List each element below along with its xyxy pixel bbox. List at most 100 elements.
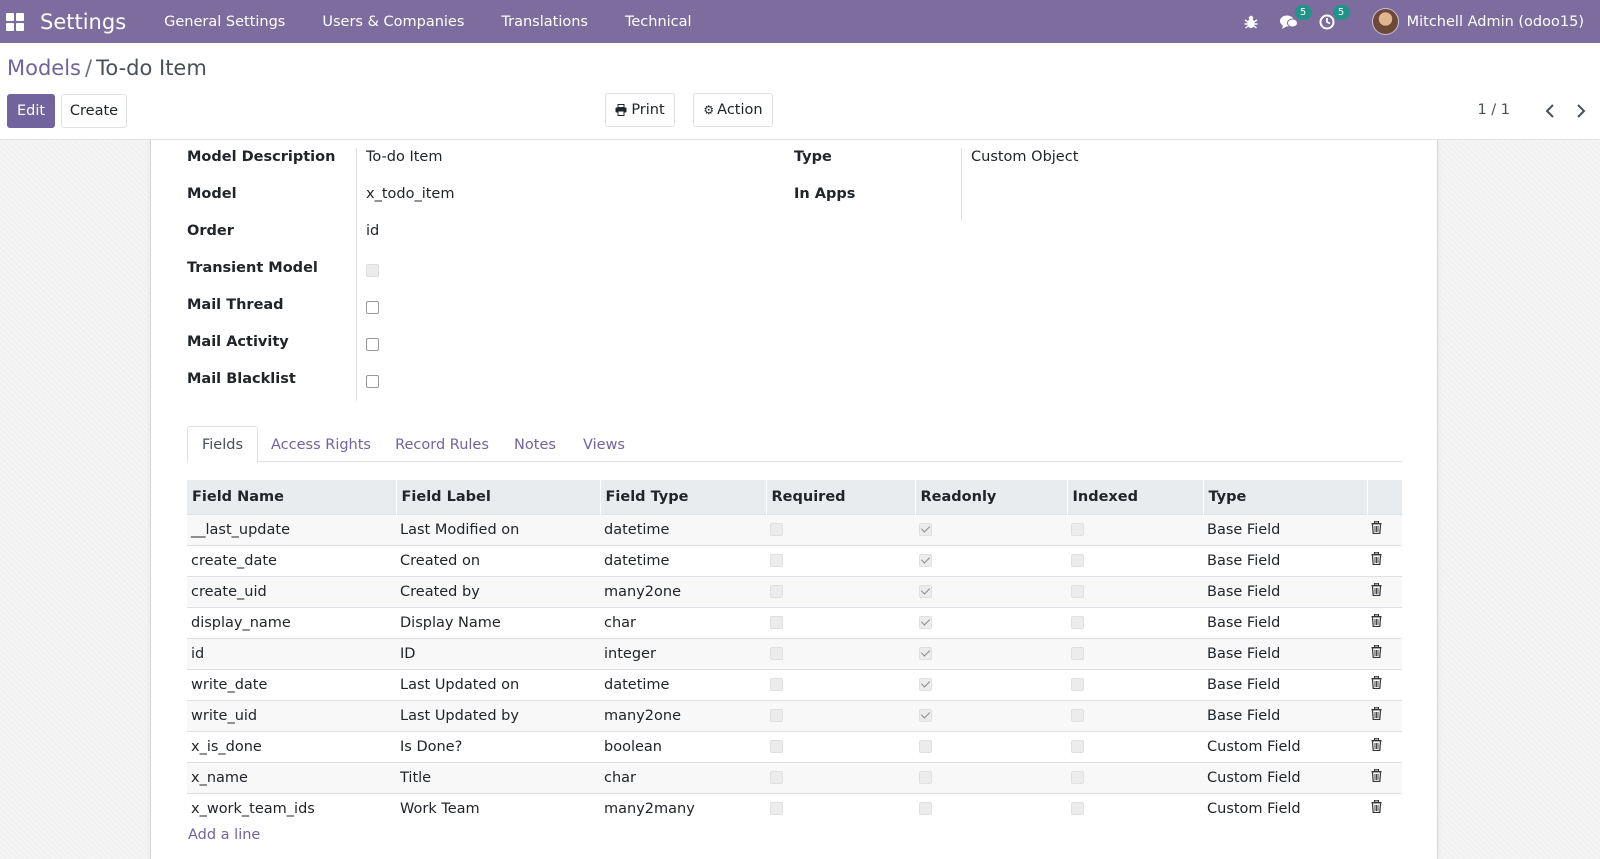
column-header[interactable]: Field Type (600, 480, 767, 514)
field-label-cell[interactable]: Last Modified on (396, 513, 600, 545)
type-cell[interactable]: Base Field (1203, 606, 1367, 638)
pager-value[interactable]: 1 / 1 (1477, 102, 1510, 118)
type-cell[interactable]: Custom Field (1203, 730, 1367, 762)
table-row[interactable]: id ID integer Base Field (187, 637, 1402, 669)
table-row[interactable]: x_is_done Is Done? boolean Custom Field (187, 730, 1402, 762)
column-header[interactable]: Field Name (187, 480, 397, 514)
field-name-cell[interactable]: x_work_team_ids (187, 792, 396, 824)
type-cell[interactable]: Base Field (1203, 513, 1367, 545)
column-header[interactable]: Readonly (915, 480, 1068, 514)
field-label-cell[interactable]: Created by (396, 575, 600, 607)
tab-record-rules[interactable]: Record Rules (395, 426, 489, 463)
mail-thread-checkbox[interactable] (366, 301, 379, 314)
add-a-line-link[interactable]: Add a line (188, 827, 260, 843)
apps-menu-icon[interactable] (6, 12, 24, 31)
mail-activity-checkbox[interactable] (366, 338, 379, 351)
field-label-cell[interactable]: Is Done? (396, 730, 600, 762)
required-cell (766, 761, 915, 793)
field-type-cell[interactable]: many2many (600, 792, 766, 824)
field-type-cell[interactable]: many2one (600, 575, 766, 607)
table-row[interactable]: x_name Title char Custom Field (187, 761, 1402, 793)
trash-icon[interactable] (1371, 644, 1382, 662)
trash-icon[interactable] (1371, 768, 1382, 786)
messages-icon[interactable]: 5 (1278, 4, 1312, 33)
table-row[interactable]: write_date Last Updated on datetime Base Fi… (187, 668, 1402, 700)
trash-icon[interactable] (1371, 737, 1382, 755)
field-type-cell[interactable]: many2one (600, 699, 766, 731)
trash-icon[interactable] (1371, 613, 1382, 631)
type-cell[interactable]: Base Field (1203, 544, 1367, 576)
field-name-cell[interactable]: display_name (187, 606, 396, 638)
required-cell (766, 699, 915, 731)
trash-icon[interactable] (1371, 706, 1382, 724)
type-cell[interactable]: Custom Field (1203, 792, 1367, 824)
app-title[interactable]: Settings (40, 10, 126, 34)
table-row[interactable]: display_name Display Name char Base Field (187, 606, 1402, 638)
field-type-cell[interactable]: char (600, 761, 766, 793)
field-type-cell[interactable]: datetime (600, 513, 766, 545)
field-type-cell[interactable]: datetime (600, 544, 766, 576)
menu-users-companies[interactable]: Users & Companies (322, 14, 464, 30)
type-cell[interactable]: Base Field (1203, 637, 1367, 669)
breadcrumb-models-link[interactable]: Models (7, 56, 81, 80)
field-name-cell[interactable]: id (187, 637, 396, 669)
field-type-cell[interactable]: datetime (600, 668, 766, 700)
field-label-cell[interactable]: ID (396, 637, 600, 669)
field-type-cell[interactable]: boolean (600, 730, 766, 762)
field-label-cell[interactable]: Last Updated by (396, 699, 600, 731)
table-row[interactable]: __last_update Last Modified on datetime Bas… (187, 513, 1402, 545)
debug-bug-icon[interactable] (1240, 11, 1262, 33)
field-name-cell[interactable]: x_is_done (187, 730, 396, 762)
column-header[interactable]: Indexed (1067, 480, 1204, 514)
menu-translations[interactable]: Translations (501, 14, 588, 30)
column-header[interactable]: Required (766, 480, 916, 514)
table-row[interactable]: write_uid Last Updated by many2one Base Fie… (187, 699, 1402, 731)
menu-technical[interactable]: Technical (625, 14, 692, 30)
field-label-cell[interactable]: Display Name (396, 606, 600, 638)
trash-icon[interactable] (1371, 520, 1382, 538)
field-name-cell[interactable]: create_uid (187, 575, 396, 607)
type-cell[interactable]: Custom Field (1203, 761, 1367, 793)
field-label-cell[interactable]: Work Team (396, 792, 600, 824)
field-name-cell[interactable]: __last_update (187, 513, 396, 545)
trash-icon[interactable] (1371, 551, 1382, 569)
tab-notes[interactable]: Notes (513, 426, 557, 463)
trash-icon[interactable] (1371, 675, 1382, 693)
action-button[interactable]: ⚙ Action (693, 93, 773, 127)
required-cell (766, 730, 915, 762)
type-cell[interactable]: Base Field (1203, 575, 1367, 607)
field-name-cell[interactable]: create_date (187, 544, 396, 576)
pager-next-icon[interactable] (1569, 98, 1593, 124)
table-row[interactable]: x_work_team_ids Work Team many2many Custom … (187, 792, 1402, 824)
type-cell[interactable]: Base Field (1203, 699, 1367, 731)
tab-access-rights[interactable]: Access Rights (271, 426, 371, 463)
breadcrumb-separator: / (85, 56, 93, 80)
tab-views[interactable]: Views (582, 426, 626, 463)
type-cell[interactable]: Base Field (1203, 668, 1367, 700)
field-label-cell[interactable]: Created on (396, 544, 600, 576)
user-avatar[interactable] (1371, 8, 1399, 35)
create-button[interactable]: Create (61, 94, 127, 128)
table-row[interactable]: create_uid Created by many2one Base Field (187, 575, 1402, 607)
print-button[interactable]: Print (605, 93, 675, 127)
column-header[interactable]: Type (1203, 480, 1368, 514)
table-row[interactable]: create_date Created on datetime Base Field (187, 544, 1402, 576)
field-name-cell[interactable]: write_uid (187, 699, 396, 731)
field-name-cell[interactable]: x_name (187, 761, 396, 793)
column-header[interactable]: Field Label (396, 480, 601, 514)
activities-clock-icon[interactable]: 5 (1316, 4, 1350, 33)
field-type-cell[interactable]: char (600, 606, 766, 638)
pager-previous-icon[interactable] (1538, 98, 1562, 124)
trash-icon[interactable] (1371, 800, 1382, 817)
user-menu[interactable]: Mitchell Admin (odoo15) (1407, 14, 1584, 30)
field-name-cell[interactable]: write_date (187, 668, 396, 700)
edit-button[interactable]: Edit (7, 94, 55, 128)
field-label-cell[interactable]: Title (396, 761, 600, 793)
trash-icon[interactable] (1371, 582, 1382, 600)
tab-fields[interactable]: Fields (187, 426, 258, 463)
field-label-cell[interactable]: Last Updated on (396, 668, 600, 700)
menu-general-settings[interactable]: General Settings (164, 14, 285, 30)
field-type-cell[interactable]: integer (600, 637, 766, 669)
mail-blacklist-checkbox[interactable] (366, 375, 379, 388)
indexed-checkbox (1071, 523, 1084, 536)
